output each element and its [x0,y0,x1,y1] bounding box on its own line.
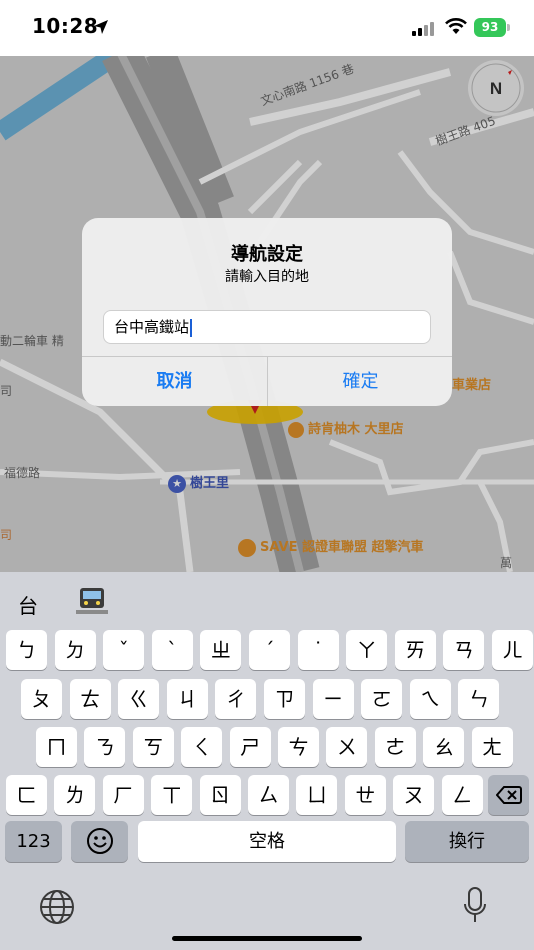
navigation-dialog: 導航設定 請輸入目的地 台中高鐵站 取消 確定 [82,218,452,406]
globe-icon[interactable] [38,888,76,926]
text-caret [190,318,193,337]
delete-key[interactable] [488,775,529,815]
dialog-title: 導航設定 [231,244,303,265]
zhuyin-key[interactable]: ㄓ [200,630,242,670]
numbers-key[interactable]: 123 [5,821,62,862]
zhuyin-key[interactable]: ㄖ [199,775,241,815]
confirm-button[interactable]: 確定 [268,357,452,406]
zhuyin-key[interactable]: ㄆ [21,679,62,719]
train-station-icon [76,588,108,614]
status-time: 10:28 [32,14,99,38]
zhuyin-key[interactable]: ㄨ [326,727,368,767]
wifi-icon [445,18,467,34]
zhuyin-key[interactable]: ㄟ [409,679,451,719]
zhuyin-key[interactable]: ㄈ [6,775,47,815]
zhuyin-key[interactable]: ㄍ [118,679,160,719]
zhuyin-key[interactable]: ㄌ [54,775,96,815]
zhuyin-key[interactable]: ˇ [103,630,145,670]
zhuyin-key[interactable]: ㄚ [346,630,388,670]
zhuyin-key[interactable]: ㄣ [458,679,500,719]
candidate-emoji[interactable] [76,586,108,621]
zhuyin-key[interactable]: ㄅ [6,630,47,670]
zhuyin-keyboard: 台 ㄅㄉ ˇ ˋ ㄓ ˊ ˙ ㄚㄞㄢㄦㄆㄊㄍㄐㄔㄗㄧㄛㄟㄣㄇㄋㄎㄑㄕㄘㄨㄜㄠㄤㄈㄌㄏㄒㄖㄙㄩ… [0,572,534,950]
cancel-button[interactable]: 取消 [82,357,267,406]
destination-input[interactable]: 台中高鐵站 [103,310,431,344]
zhuyin-key[interactable]: ˋ [151,630,193,670]
backspace-icon [495,786,522,804]
zhuyin-key[interactable]: ㄤ [471,727,513,767]
zhuyin-key[interactable]: ㄩ [296,775,338,815]
zhuyin-key[interactable]: ㄜ [374,727,416,767]
zhuyin-key[interactable]: ˙ [297,630,339,670]
zhuyin-key[interactable]: ㄘ [278,727,319,767]
zhuyin-key[interactable]: ㄙ [248,775,289,815]
zhuyin-key[interactable]: ㄉ [54,630,96,670]
microphone-icon[interactable] [462,886,488,926]
space-key[interactable]: 空格 [138,821,396,862]
emoji-key[interactable] [71,821,128,862]
zhuyin-key[interactable]: ㄠ [423,727,465,767]
zhuyin-key[interactable]: ㄑ [181,727,223,767]
zhuyin-key[interactable]: ㄢ [443,630,485,670]
dialog-message: 請輸入目的地 [225,269,309,285]
emoji-icon [86,828,113,854]
zhuyin-key[interactable]: ㄦ [492,630,533,670]
zhuyin-key[interactable]: ㄥ [441,775,483,815]
status-bar: 10:28 93 [0,0,534,56]
zhuyin-key[interactable]: ㄧ [312,679,354,719]
zhuyin-key[interactable]: ㄔ [215,679,257,719]
zhuyin-key[interactable]: ˊ [249,630,290,670]
zhuyin-key[interactable]: ㄒ [151,775,193,815]
zhuyin-key[interactable]: ㄏ [102,775,144,815]
candidate-word[interactable]: 台 [18,590,38,619]
zhuyin-key[interactable]: ㄐ [166,679,208,719]
zhuyin-key[interactable]: ㄊ [69,679,111,719]
battery-level: 93 [474,18,506,37]
cellular-signal-icon [412,22,434,36]
return-key[interactable]: 換行 [405,821,529,862]
zhuyin-key[interactable]: ㄕ [229,727,271,767]
zhuyin-key[interactable]: ㄞ [394,630,436,670]
zhuyin-key[interactable]: ㄋ [84,727,126,767]
zhuyin-key[interactable]: ㄡ [393,775,435,815]
zhuyin-key[interactable]: ㄝ [344,775,386,815]
battery-icon: 93 [474,18,510,38]
zhuyin-key[interactable]: ㄗ [264,679,305,719]
location-arrow-icon [94,20,108,34]
zhuyin-key[interactable]: ㄎ [132,727,174,767]
zhuyin-key[interactable]: ㄇ [36,727,77,767]
zhuyin-key[interactable]: ㄛ [361,679,403,719]
home-indicator [172,936,362,941]
